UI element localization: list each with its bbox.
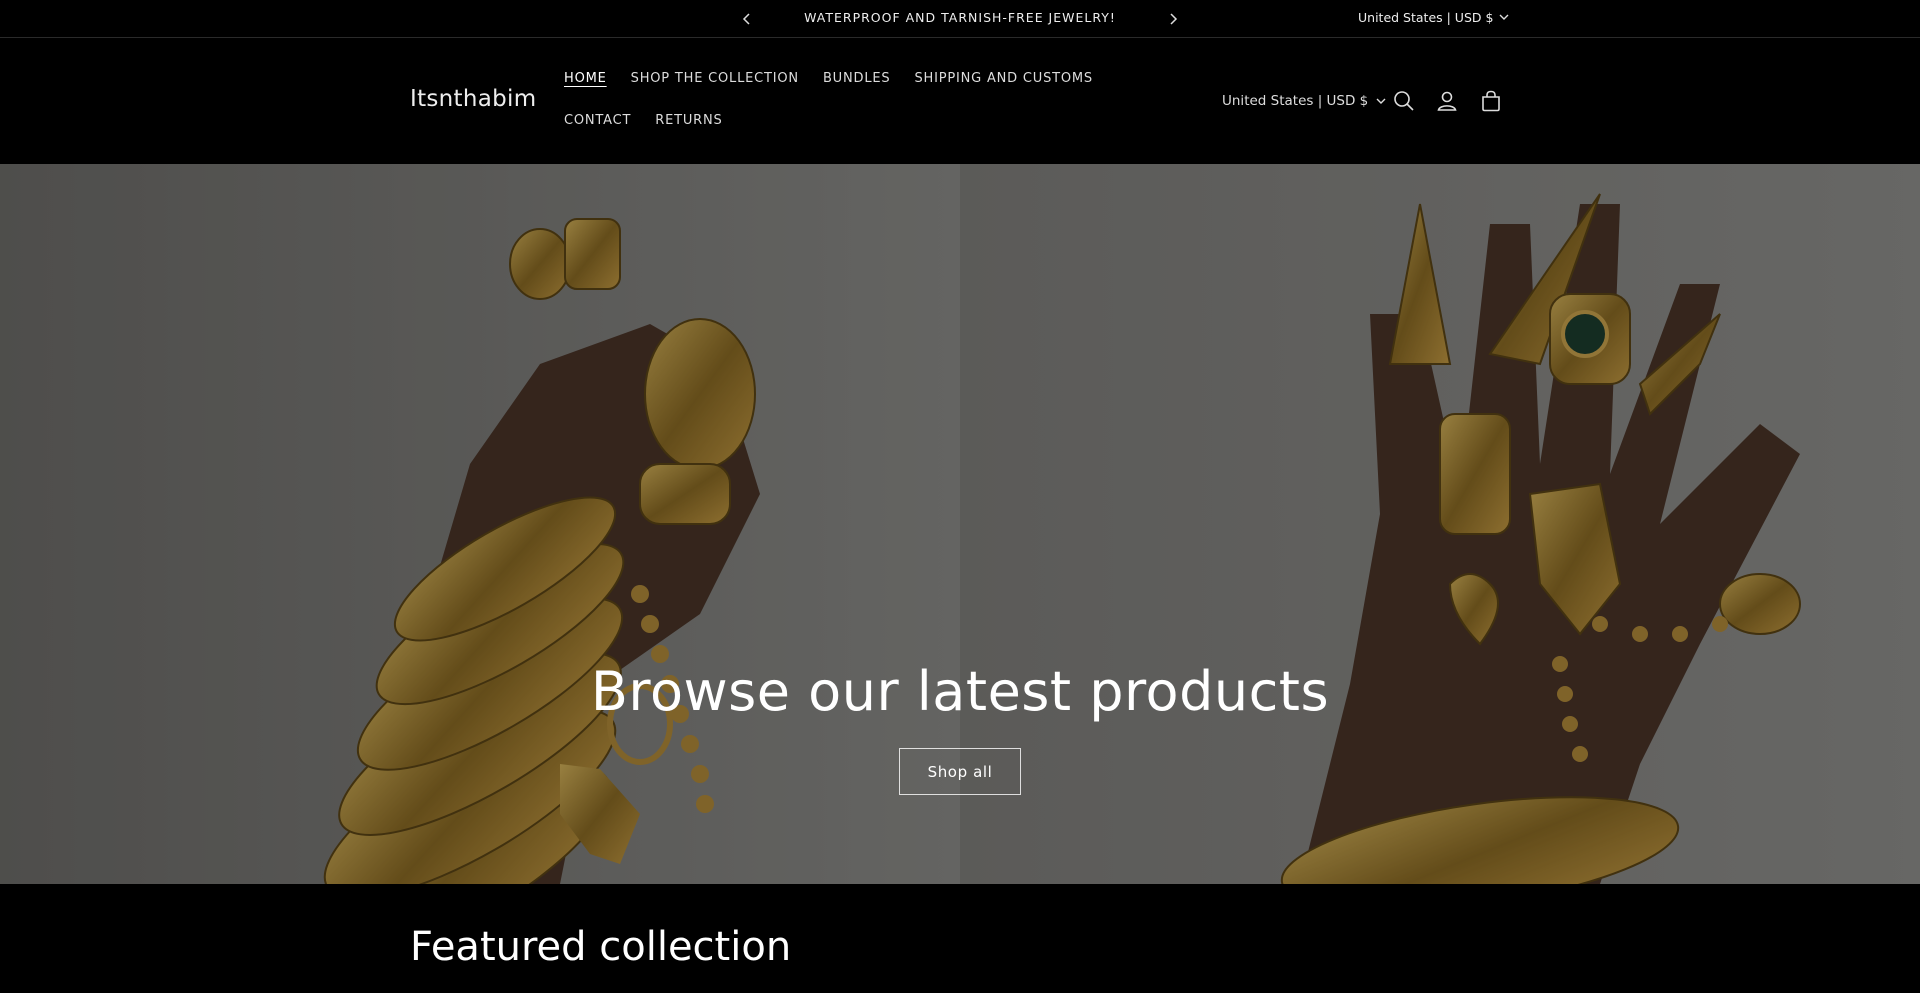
account-button[interactable] [1434,88,1460,114]
chevron-down-icon [1499,14,1509,20]
hero-banner: Browse our latest products Shop all [0,164,1920,884]
search-button[interactable] [1391,88,1417,114]
nav-item-home[interactable]: HOME [552,68,619,110]
site-logo[interactable]: Itsnthabim [410,86,536,112]
announcement-message: WATERPROOF AND TARNISH-FREE JEWELRY! [804,10,1116,25]
cart-icon [1482,90,1500,112]
shop-all-button[interactable]: Shop all [899,748,1021,795]
site-header: Itsnthabim HOME SHOP THE COLLECTION BUND… [0,39,1920,164]
announcement-bar: WATERPROOF AND TARNISH-FREE JEWELRY! Uni… [0,0,1920,38]
chevron-right-icon [1170,13,1178,25]
locale-label: United States | USD $ [1358,10,1494,25]
chevron-down-icon [1376,98,1386,104]
cart-button[interactable] [1478,88,1504,114]
announcement-locale-selector[interactable]: United States | USD $ [1358,10,1509,25]
nav-item-contact[interactable]: CONTACT [552,110,643,152]
featured-collection-section: Featured collection [0,884,1920,993]
chevron-left-icon [742,13,750,25]
account-icon [1437,91,1457,111]
announcement-next-button[interactable] [1163,9,1183,29]
featured-collection-title: Featured collection [410,924,792,970]
search-icon [1394,91,1414,111]
nav-item-returns[interactable]: RETURNS [643,110,734,152]
nav-item-bundles[interactable]: BUNDLES [811,68,902,110]
nav-item-shop-the-collection[interactable]: SHOP THE COLLECTION [619,68,811,110]
nav-item-shipping-and-customs[interactable]: SHIPPING AND CUSTOMS [902,68,1105,110]
announcement-prev-button[interactable] [737,9,757,29]
hero-title: Browse our latest products [590,660,1330,723]
header-locale-label: United States | USD $ [1222,93,1369,109]
header-locale-selector[interactable]: United States | USD $ [1222,93,1386,109]
main-nav: HOME SHOP THE COLLECTION BUNDLES SHIPPIN… [552,68,1152,152]
